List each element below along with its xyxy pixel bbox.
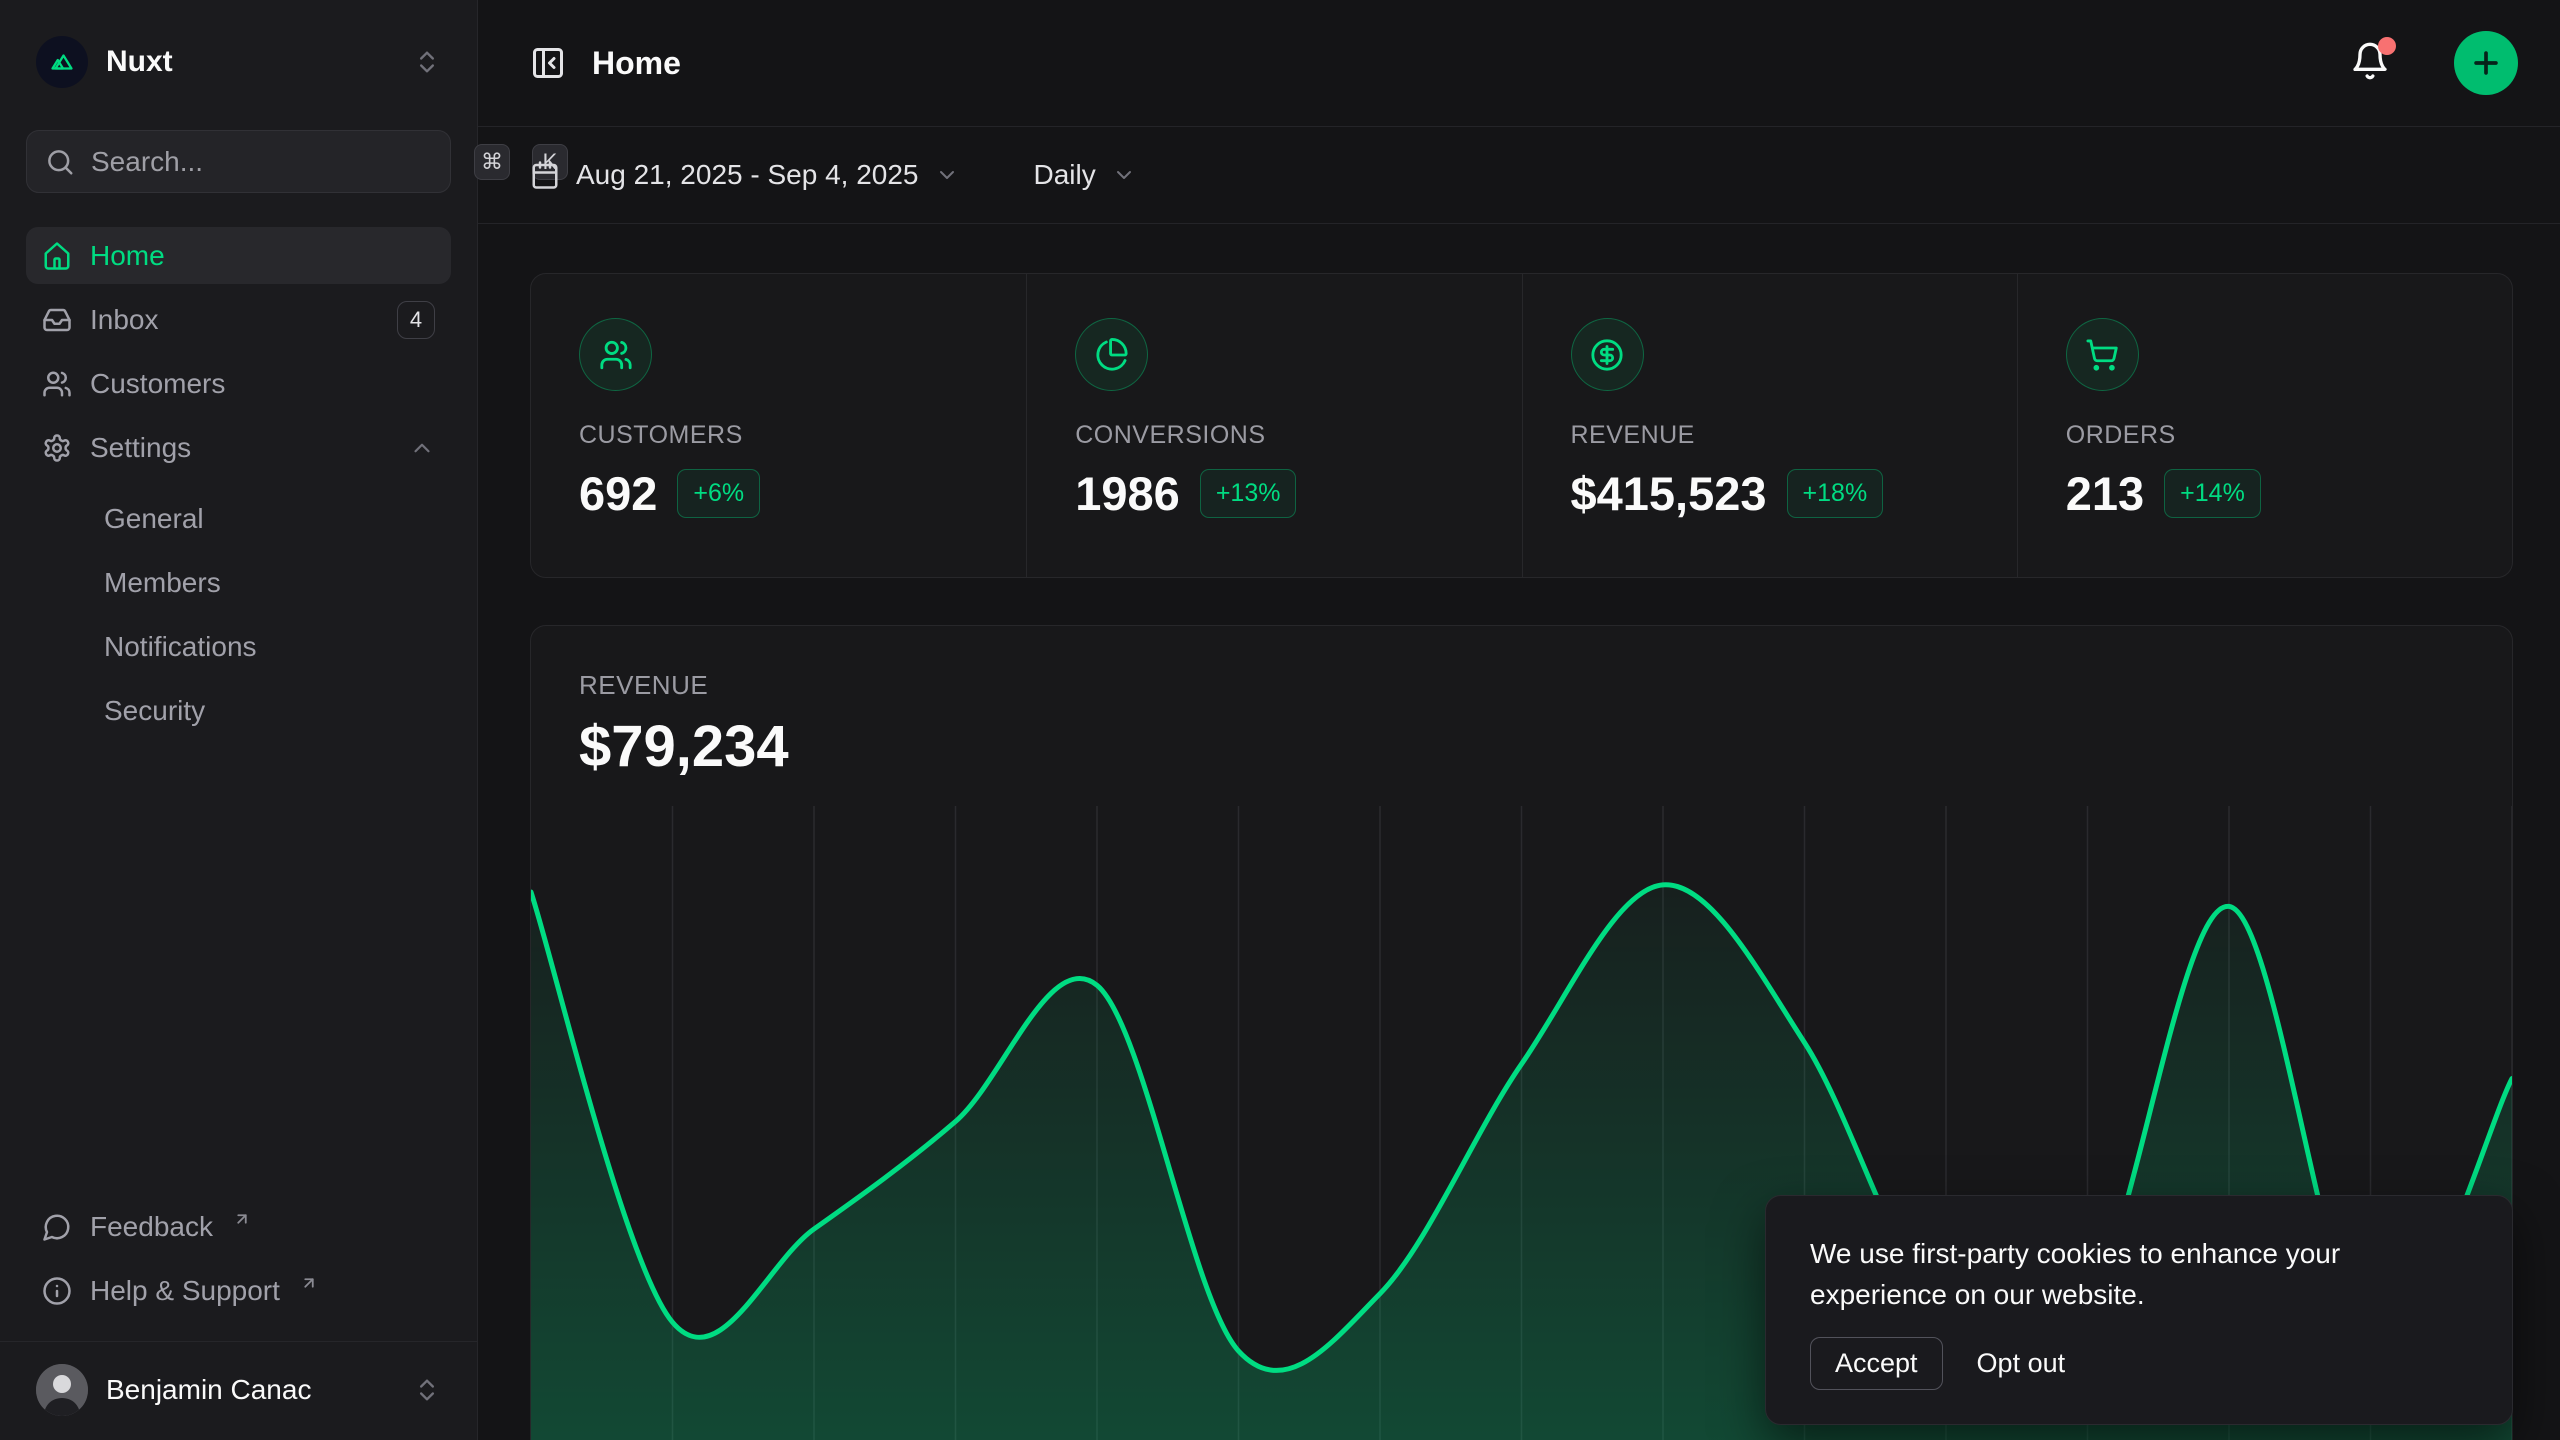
sidebar-footer: Feedback Help & Support — [26, 1198, 451, 1333]
sidebar-item-security[interactable]: Security — [26, 682, 451, 739]
cart-icon — [2066, 318, 2139, 391]
external-link-icon — [233, 1210, 251, 1228]
chevrons-up-down-icon — [413, 1376, 441, 1404]
stat-label: REVENUE — [1571, 421, 1969, 450]
add-button[interactable] — [2454, 31, 2518, 95]
info-icon — [42, 1276, 72, 1306]
sidebar-item-settings[interactable]: Settings — [26, 419, 451, 476]
optout-cookies-button[interactable]: Opt out — [1973, 1338, 2070, 1389]
feedback-link[interactable]: Feedback — [26, 1198, 451, 1255]
sidebar-item-label: Inbox — [90, 304, 159, 336]
sidebar-item-home[interactable]: Home — [26, 227, 451, 284]
stat-label: CUSTOMERS — [579, 421, 978, 450]
gear-icon — [42, 433, 72, 463]
stats-row: CUSTOMERS 692 +6% CONVERSIONS — [530, 273, 2513, 578]
stat-delta-badge: +18% — [1787, 469, 1884, 518]
sidebar-nav: Home Inbox 4 C — [26, 227, 451, 739]
workspace-switcher[interactable]: Nuxt — [26, 30, 451, 94]
date-range-label: Aug 21, 2025 - Sep 4, 2025 — [576, 159, 919, 191]
accept-cookies-button[interactable]: Accept — [1810, 1337, 1943, 1390]
sidebar-item-inbox[interactable]: Inbox 4 — [26, 291, 451, 348]
period-label: Daily — [1034, 159, 1096, 191]
pie-chart-icon — [1075, 318, 1148, 391]
stat-value: 692 — [579, 466, 657, 521]
users-icon — [579, 318, 652, 391]
message-circle-icon — [42, 1212, 72, 1242]
sidebar-item-label: Home — [90, 240, 165, 272]
sidebar-item-general[interactable]: General — [26, 490, 451, 547]
sidebar-item-customers[interactable]: Customers — [26, 355, 451, 412]
revenue-chart-header: REVENUE $79,234 — [531, 626, 2512, 780]
stat-conversions[interactable]: CONVERSIONS 1986 +13% — [1026, 274, 1521, 577]
stat-value: 1986 — [1075, 466, 1180, 521]
chevron-up-icon — [409, 435, 435, 461]
filters-toolbar: Aug 21, 2025 - Sep 4, 2025 Daily — [478, 127, 2560, 224]
users-icon — [42, 369, 72, 399]
user-name: Benjamin Canac — [106, 1374, 395, 1406]
calendar-icon — [530, 160, 560, 190]
help-support-label: Help & Support — [90, 1275, 280, 1307]
workspace-name: Nuxt — [106, 45, 395, 79]
stat-label: ORDERS — [2066, 421, 2464, 450]
dollar-circle-icon — [1571, 318, 1644, 391]
revenue-chart-label: REVENUE — [579, 670, 2464, 701]
period-select[interactable]: Daily — [1034, 159, 1136, 191]
cookie-banner: We use first-party cookies to enhance yo… — [1765, 1195, 2513, 1425]
settings-children: General Members Notifications Security — [26, 490, 451, 739]
inbox-count-badge: 4 — [397, 301, 435, 339]
external-link-icon — [300, 1274, 318, 1292]
stat-label: CONVERSIONS — [1075, 421, 1473, 450]
stat-value: $415,523 — [1571, 466, 1767, 521]
sidebar-item-notifications[interactable]: Notifications — [26, 618, 451, 675]
notification-dot — [2378, 37, 2396, 55]
page-title: Home — [592, 45, 2324, 82]
cookie-actions: Accept Opt out — [1810, 1337, 2468, 1390]
collapse-sidebar-icon[interactable] — [530, 45, 566, 81]
stat-customers[interactable]: CUSTOMERS 692 +6% — [531, 274, 1026, 577]
sidebar-subitem-label: General — [104, 503, 204, 535]
search-input[interactable] — [91, 146, 452, 178]
revenue-chart-value: $79,234 — [579, 713, 2464, 780]
sidebar-item-label: Settings — [90, 432, 191, 464]
chevron-down-icon — [1112, 163, 1136, 187]
cookie-message: We use first-party cookies to enhance yo… — [1810, 1234, 2468, 1315]
stat-delta-badge: +13% — [1200, 469, 1297, 518]
user-block: Benjamin Canac — [0, 1341, 477, 1440]
stat-value: 213 — [2066, 466, 2144, 521]
chevron-down-icon — [935, 163, 959, 187]
nuxt-logo-icon — [36, 36, 88, 88]
sidebar: Nuxt ⌘ K — [0, 0, 478, 1440]
sidebar-subitem-label: Security — [104, 695, 205, 727]
stat-revenue[interactable]: REVENUE $415,523 +18% — [1522, 274, 2017, 577]
page-header: Home — [478, 0, 2560, 127]
stat-delta-badge: +14% — [2164, 469, 2261, 518]
stat-orders[interactable]: ORDERS 213 +14% — [2017, 274, 2512, 577]
help-support-link[interactable]: Help & Support — [26, 1262, 451, 1319]
sidebar-subitem-label: Members — [104, 567, 221, 599]
stat-delta-badge: +6% — [677, 469, 760, 518]
search-bar[interactable]: ⌘ K — [26, 130, 451, 193]
sidebar-subitem-label: Notifications — [104, 631, 257, 663]
notifications-button[interactable] — [2350, 41, 2390, 86]
date-range-picker[interactable]: Aug 21, 2025 - Sep 4, 2025 — [530, 159, 959, 191]
sidebar-item-members[interactable]: Members — [26, 554, 451, 611]
chevrons-up-down-icon — [413, 48, 441, 76]
sidebar-item-label: Customers — [90, 368, 225, 400]
search-icon — [45, 147, 75, 177]
avatar — [36, 1364, 88, 1416]
home-icon — [42, 241, 72, 271]
feedback-label: Feedback — [90, 1211, 213, 1243]
user-menu[interactable]: Benjamin Canac — [26, 1358, 451, 1422]
inbox-icon — [42, 305, 72, 335]
